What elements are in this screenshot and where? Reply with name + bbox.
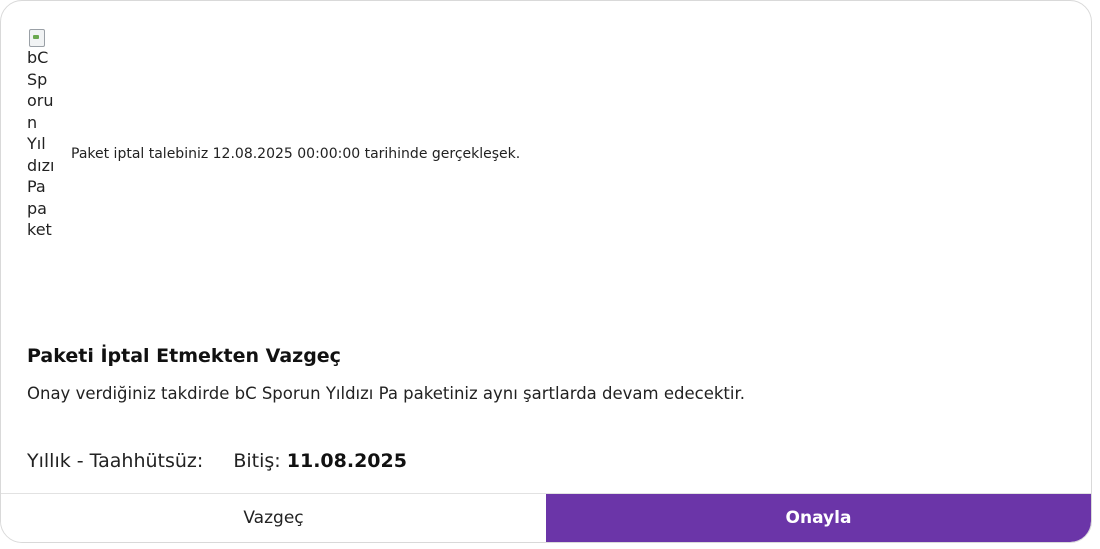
- confirm-button[interactable]: Onayla: [546, 494, 1091, 542]
- package-image: bC Sp oru n Yıl dızı Pa pa ket: [27, 27, 59, 241]
- image-alt-text: bC Sp oru n Yıl dızı Pa pa ket: [27, 48, 55, 239]
- plan-details: Yıllık - Taahhütsüz: Bitiş: 11.08.2025: [27, 450, 407, 472]
- package-info: bC Sp oru n Yıl dızı Pa pa ket Paket ipt…: [27, 27, 1067, 282]
- dialog-description: Onay verdiğiniz takdirde bC Sporun Yıldı…: [27, 384, 745, 403]
- plan-type: Yıllık - Taahhütsüz:: [27, 450, 204, 472]
- end-date-value: 11.08.2025: [286, 450, 407, 472]
- dialog-title: Paketi İptal Etmekten Vazgeç: [27, 345, 341, 367]
- cancel-notice: Paket iptal talebiniz 12.08.2025 00:00:0…: [71, 146, 521, 162]
- end-date-label: Bitiş:: [233, 450, 281, 472]
- cancel-package-dialog: bC Sp oru n Yıl dızı Pa pa ket Paket ipt…: [0, 0, 1092, 543]
- cancel-button[interactable]: Vazgeç: [1, 494, 546, 542]
- dialog-actions: Vazgeç Onayla: [1, 493, 1091, 542]
- end-date-group: Bitiş: 11.08.2025: [233, 450, 407, 472]
- broken-image-icon: [27, 27, 47, 47]
